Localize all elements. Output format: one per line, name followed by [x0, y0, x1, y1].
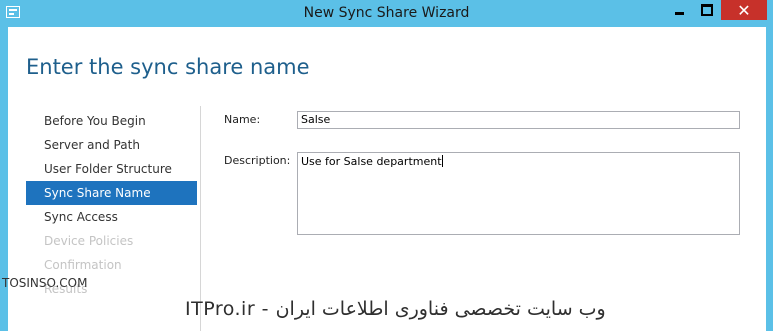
name-label: Name:	[224, 113, 261, 126]
window-title: New Sync Share Wizard	[303, 5, 470, 21]
close-button[interactable]: ✕	[721, 0, 767, 20]
window-border-right	[766, 27, 773, 331]
maximize-button[interactable]	[694, 0, 720, 20]
description-field[interactable]: Use for Salse department	[297, 152, 740, 235]
nav-item-before-you-begin[interactable]: Before You Begin	[26, 109, 197, 133]
watermark-itpro: ITPro.ir - وب سایت تخصصی فناوری اطلاعات …	[185, 298, 606, 320]
description-label: Description:	[224, 154, 291, 167]
name-value: Salse	[301, 113, 331, 126]
nav-item-user-folder-structure[interactable]: User Folder Structure	[26, 157, 197, 181]
nav-item-confirmation: Confirmation	[44, 258, 122, 272]
nav-item-sync-share-name[interactable]: Sync Share Name	[26, 181, 197, 205]
wizard-content: Enter the sync share name Before You Beg…	[8, 27, 766, 331]
text-caret	[441, 155, 443, 167]
minimize-icon	[675, 11, 684, 15]
page-title: Enter the sync share name	[26, 55, 310, 79]
minimize-button[interactable]	[666, 0, 693, 20]
name-field[interactable]: Salse	[297, 111, 740, 129]
nav-item-sync-access[interactable]: Sync Access	[26, 205, 197, 229]
title-bar[interactable]: New Sync Share Wizard ✕	[0, 0, 773, 27]
watermark-tosinso: TOSINSO.COM	[2, 276, 88, 290]
maximize-icon	[701, 4, 713, 16]
wizard-nav: Before You Begin Server and Path User Fo…	[26, 109, 197, 301]
nav-item-server-and-path[interactable]: Server and Path	[26, 133, 197, 157]
nav-item-device-policies: Device Policies	[44, 234, 134, 248]
description-value: Use for Salse department	[301, 155, 442, 168]
close-icon: ✕	[737, 0, 751, 20]
